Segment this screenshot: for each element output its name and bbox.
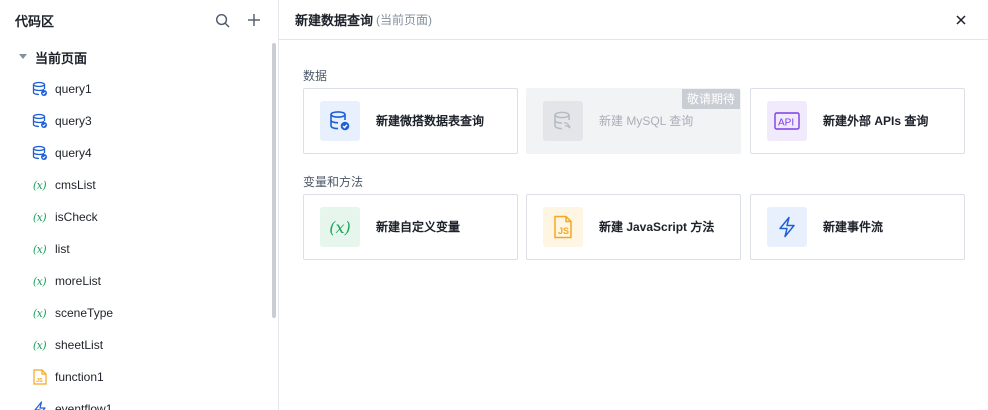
tree-item-ischeck[interactable]: (𝑥) isCheck	[0, 201, 270, 233]
svg-text:JS: JS	[36, 378, 43, 384]
lightning-icon	[31, 401, 48, 410]
card-label: 新建事件流	[823, 220, 884, 234]
new-custom-variable-card[interactable]: (x) 新建自定义变量	[303, 194, 518, 260]
variable-icon: (x)	[320, 207, 360, 247]
section-label-variables-methods: 变量和方法	[303, 175, 364, 189]
lightning-icon	[767, 207, 807, 247]
tree-item-label: list	[55, 242, 70, 256]
tree-item-list[interactable]: (𝑥) list	[0, 233, 270, 265]
javascript-file-icon: JS	[543, 207, 583, 247]
dialog-title: 新建数据查询	[295, 13, 374, 28]
variable-icon: (𝑥)	[32, 210, 47, 224]
tree-item-sheetlist[interactable]: (𝑥) sheetList	[0, 329, 270, 361]
close-icon[interactable]	[953, 12, 969, 28]
database-query-icon	[31, 145, 48, 162]
add-icon[interactable]	[245, 11, 263, 29]
tree-item-morelist[interactable]: (𝑥) moreList	[0, 265, 270, 297]
database-check-icon	[320, 101, 360, 141]
tree-item-query1[interactable]: query1	[0, 73, 270, 105]
card-label: 新建 MySQL 查询	[599, 114, 694, 128]
code-panel-title: 代码区	[15, 13, 55, 29]
variable-icon: (𝑥)	[32, 274, 47, 288]
new-query-dialog: 新建数据查询 (当前页面) 数据 新建微搭数据表查询 新建 MySQL 查询 敬…	[279, 0, 988, 410]
code-tree: query1 query3 query4 (𝑥) cmsList (𝑥) isC…	[0, 73, 270, 410]
new-external-api-query-card[interactable]: API 新建外部 APIs 查询	[750, 88, 965, 154]
tree-item-label: sheetList	[55, 338, 104, 352]
new-mysql-query-card: 新建 MySQL 查询 敬请期待	[526, 88, 741, 154]
tree-item-label: function1	[55, 370, 104, 384]
tree-item-query4[interactable]: query4	[0, 137, 270, 169]
coming-soon-badge: 敬请期待	[681, 89, 740, 109]
svg-text:API: API	[778, 118, 794, 129]
tree-item-cmslist[interactable]: (𝑥) cmsList	[0, 169, 270, 201]
javascript-file-icon: JS	[31, 369, 48, 386]
new-javascript-method-card[interactable]: JS 新建 JavaScript 方法	[526, 194, 741, 260]
caret-down-icon	[18, 52, 28, 62]
tree-item-label: sceneType	[55, 306, 114, 320]
variable-icon: (𝑥)	[32, 338, 47, 352]
card-label: 新建 JavaScript 方法	[599, 220, 715, 234]
tree-scrollbar[interactable]	[272, 43, 276, 318]
mysql-icon	[543, 101, 583, 141]
card-label: 新建微搭数据表查询	[376, 114, 485, 128]
database-query-icon	[31, 113, 48, 130]
new-event-flow-card[interactable]: 新建事件流	[750, 194, 965, 260]
search-icon[interactable]	[213, 11, 231, 29]
card-label: 新建外部 APIs 查询	[823, 114, 929, 128]
dialog-header: 新建数据查询 (当前页面)	[279, 0, 988, 40]
code-panel: 代码区 当前页面 query1 query3 query4 (𝑥) cmsLis…	[0, 0, 279, 410]
variable-icon: (𝑥)	[32, 178, 47, 192]
tree-item-label: moreList	[55, 274, 102, 288]
variable-icon: (𝑥)	[32, 306, 47, 320]
tree-item-label: cmsList	[55, 178, 96, 192]
tree-item-function1[interactable]: JS function1	[0, 361, 270, 393]
tree-item-label: query1	[55, 82, 92, 96]
tree-item-scenetype[interactable]: (𝑥) sceneType	[0, 297, 270, 329]
tree-item-label: isCheck	[55, 210, 98, 224]
variable-icon: (𝑥)	[32, 242, 47, 256]
tree-item-eventflow1[interactable]: eventflow1	[0, 393, 270, 410]
database-query-icon	[31, 81, 48, 98]
tree-group-label: 当前页面	[35, 50, 88, 66]
dialog-subtitle: (当前页面)	[376, 13, 433, 27]
code-panel-header: 代码区	[0, 0, 278, 40]
tree-group-current-page[interactable]: 当前页面	[0, 42, 270, 72]
tree-item-label: query4	[55, 146, 92, 160]
api-icon: API	[767, 101, 807, 141]
tree-item-label: eventflow1	[55, 402, 113, 410]
new-weda-table-query-card[interactable]: 新建微搭数据表查询	[303, 88, 518, 154]
tree-item-query3[interactable]: query3	[0, 105, 270, 137]
section-label-data: 数据	[303, 69, 328, 83]
tree-item-label: query3	[55, 114, 92, 128]
card-label: 新建自定义变量	[376, 220, 461, 234]
